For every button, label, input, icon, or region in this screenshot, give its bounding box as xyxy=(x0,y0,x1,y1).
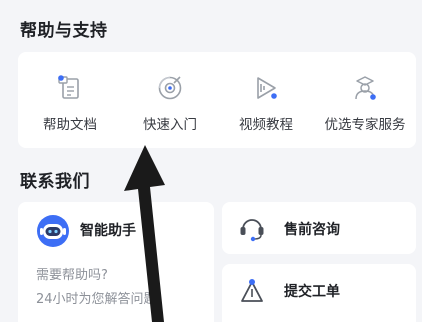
quick-start-label: 快速入门 xyxy=(143,117,197,133)
headset-icon xyxy=(238,214,266,242)
submit-ticket-label: 提交工单 xyxy=(284,284,340,300)
expert-service-item[interactable]: 优选专家服务 xyxy=(314,52,416,148)
presale-consult-label: 售前咨询 xyxy=(284,222,340,238)
video-tutorial-label: 视频教程 xyxy=(239,117,293,133)
presale-consult-card[interactable]: 售前咨询 xyxy=(222,202,416,254)
help-support-card: 帮助文档 快速入门 视频教程 优选专家服务 xyxy=(18,52,416,148)
ai-assistant-prompt: 需要帮助吗? xyxy=(36,268,108,283)
help-docs-label: 帮助文档 xyxy=(43,117,97,133)
contact-us-title: 联系我们 xyxy=(20,172,90,192)
ai-assistant-card[interactable]: 智能助手 需要帮助吗? 24小时为您解答问题 xyxy=(18,202,214,322)
robot-icon xyxy=(36,214,70,248)
ai-assistant-title: 智能助手 xyxy=(80,223,136,239)
expert-icon xyxy=(351,74,379,102)
video-tutorial-item[interactable]: 视频教程 xyxy=(218,52,314,148)
video-play-icon xyxy=(252,74,280,102)
ticket-icon xyxy=(238,276,266,304)
document-icon xyxy=(56,74,84,102)
help-docs-item[interactable]: 帮助文档 xyxy=(18,52,122,148)
expert-service-label: 优选专家服务 xyxy=(324,117,406,133)
help-support-title: 帮助与支持 xyxy=(20,21,108,41)
ai-assistant-description: 24小时为您解答问题 xyxy=(36,292,157,307)
quick-start-icon xyxy=(156,74,184,102)
quick-start-item[interactable]: 快速入门 xyxy=(122,52,218,148)
submit-ticket-card[interactable]: 提交工单 xyxy=(222,264,416,322)
